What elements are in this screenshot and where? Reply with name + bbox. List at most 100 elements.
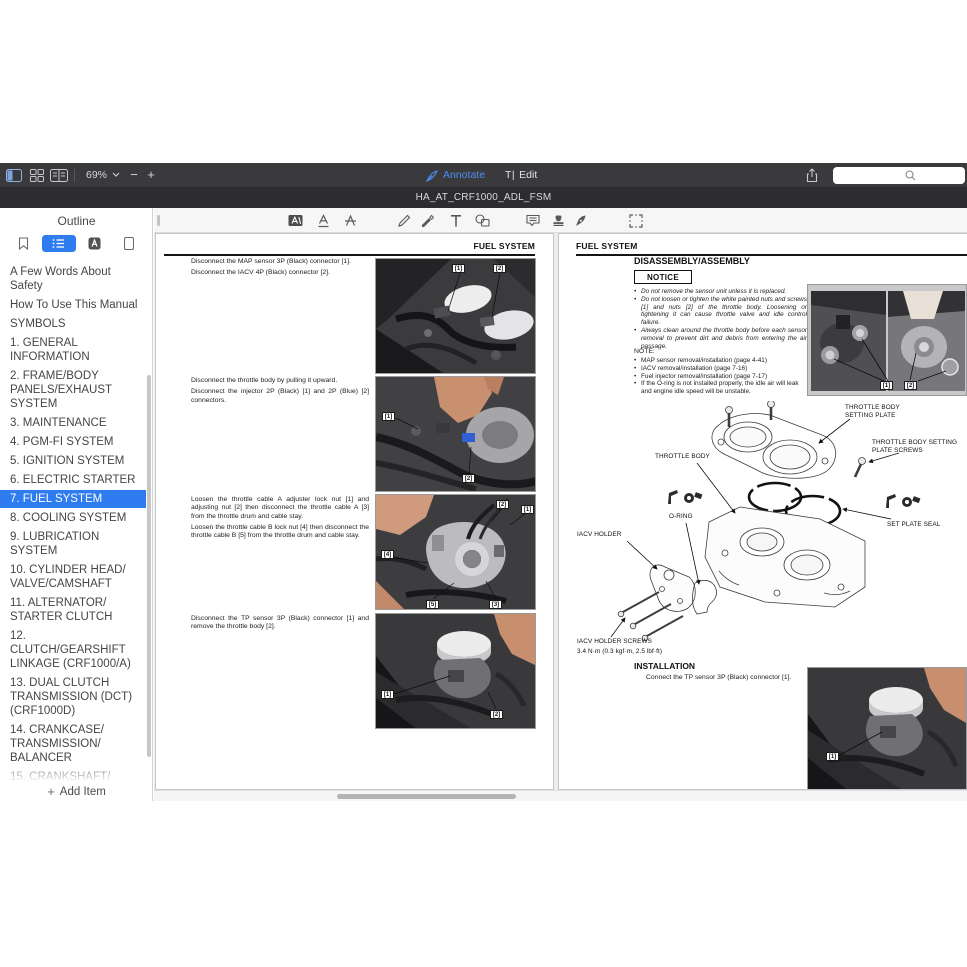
search-input[interactable] [833,167,965,184]
diagram-label-o-ring: O-RING [669,513,693,521]
pane-resize-handle[interactable] [157,215,160,226]
photo-label: [4] [381,550,394,559]
note-item: Fuel injector removal/installation (page… [634,373,807,381]
shapes-icon [475,214,490,227]
outline-item[interactable]: 3. MAINTENANCE [0,414,146,432]
photo-label: [1] [521,505,534,514]
outline-item[interactable]: 1. GENERAL INFORMATION [0,334,146,366]
outline-item-label: 2. FRAME/BODY PANELS/EXHAUST SYSTEM [10,370,112,410]
outline-item-label: SYMBOLS [10,318,66,330]
outline-item[interactable]: 12. CLUTCH/GEARSHIFT LINKAGE (CRF1000/A) [0,627,146,673]
outline-item[interactable]: 11. ALTERNATOR/ STARTER CLUTCH [0,594,146,626]
sidebar-toggle-icon [6,169,22,182]
share-button[interactable] [803,167,821,184]
notice-item: Always clean around the throttle body be… [634,327,807,350]
outline-item[interactable]: 10. CYLINDER HEAD/ VALVE/CAMSHAFT [0,561,146,593]
highlight-tool-button[interactable] [287,212,304,229]
section-heading: DISASSEMBLY/ASSEMBLY [634,256,750,266]
photo-label: [2] [496,500,509,509]
shapes-tool-button[interactable] [474,212,491,229]
zoom-out-button[interactable]: − [127,163,141,188]
add-item-button[interactable]: + Add Item [0,782,153,801]
text-tool-icon [450,214,462,227]
app-window: 69% − + Annotate T| Edit HA_AT_CRF1000_A… [0,0,967,967]
marker-tool-button[interactable] [419,212,436,229]
outline-item[interactable]: How To Use This Manual [0,296,146,314]
sidebar-tabs [6,233,147,253]
note-list: MAP sensor removal/installation (page 4-… [634,357,807,396]
photo-label: [5] [426,600,439,609]
outline-list: A Few Words About Safety How To Use This… [0,263,146,801]
photo-injector-connectors: [1] [2] [375,376,536,492]
stamp-icon [552,214,565,227]
sidebar-scrollbar[interactable] [147,375,151,757]
outline-item-label: 11. ALTERNATOR/ STARTER CLUTCH [10,597,112,623]
outline-item-label: 4. PGM-FI SYSTEM [10,436,114,448]
edit-text-icon: T| [505,163,515,188]
zoom-level-button[interactable]: 69% [86,163,107,188]
selection-tool-button[interactable] [627,212,644,229]
photo-tp-sensor: [1] [2] [375,613,536,729]
diagram-label-torque: 3.4 N·m (0.3 kgf·m, 2.5 lbf·ft) [577,648,662,656]
pdf-page-right: FUEL SYSTEM DISASSEMBLY/ASSEMBLY NOTICE … [558,233,967,790]
outline-item[interactable]: 4. PGM-FI SYSTEM [0,433,146,451]
horizontal-scrollbar-thumb[interactable] [337,794,516,799]
outline-item[interactable]: SYMBOLS [0,315,146,333]
chevron-down-icon[interactable] [112,172,120,178]
outline-item[interactable]: 14. CRANKCASE/ TRANSMISSION/ BALANCER [0,721,146,767]
outline-item[interactable]: 13. DUAL CLUTCH TRANSMISSION (DCT) (CRF1… [0,674,146,720]
diagram-label-setting-plate: THROTTLE BODY SETTING PLATE [845,404,917,419]
diagram-label-iacv-holder: IACV HOLDER [577,531,621,539]
outline-item-label: 14. CRANKCASE/ TRANSMISSION/ BALANCER [10,724,104,764]
tab-annotations[interactable] [77,233,112,253]
note-item: MAP sensor removal/installation (page 4-… [634,357,807,365]
comment-tool-button[interactable] [524,212,541,229]
zoom-in-button[interactable]: + [144,163,158,188]
tab-pages[interactable] [112,233,147,253]
pencil-tool-button[interactable] [395,212,412,229]
outline-item[interactable]: 9. LUBRICATION SYSTEM [0,528,146,560]
photo-label: [1] [452,264,465,273]
edit-label: Edit [519,163,537,188]
highlight-icon [288,214,303,227]
photo-throttle-cables: [2] [1] [4] [5] [3] [375,494,536,610]
outline-item[interactable]: 8. COOLING SYSTEM [0,509,146,527]
text-tool-button[interactable] [447,212,464,229]
outline-item[interactable]: 6. ELECTRIC STARTER [0,471,146,489]
thumbnails-view-button[interactable] [28,167,46,184]
outline-item[interactable]: 2. FRAME/BODY PANELS/EXHAUST SYSTEM [0,367,146,413]
photo-label: [1] [382,412,395,421]
tab-bookmarks[interactable] [6,233,41,253]
instruction-block: Loosen the throttle cable A adjuster loc… [191,496,369,543]
outline-item[interactable]: 5. IGNITION SYSTEM [0,452,146,470]
photo-tp-sensor-install: [1] [807,667,967,790]
photo-painted-nuts: [1] [2] [807,284,967,396]
two-page-view-button[interactable] [50,167,68,184]
top-toolbar: 69% − + Annotate T| Edit [0,163,967,188]
photo-label: [1] [826,752,839,761]
diagram-label-iacv-holder-screws: IACV HOLDER SCREWS [577,638,652,646]
throttle-body-diagram: THROTTLE BODY SETTING PLATE THROTTLE BOD… [569,401,967,659]
outline-item[interactable]: A Few Words About Safety [0,263,146,295]
document-viewport: FUEL SYSTEM Disconnect the MAP sensor 3P… [154,233,967,801]
photo-label: [2] [493,264,506,273]
sidebar-toggle-button[interactable] [5,167,23,184]
edit-tab[interactable]: T| Edit [505,163,537,188]
horizontal-scrollbar-track[interactable] [154,790,967,801]
outline-item[interactable]: 7. FUEL SYSTEM [0,490,146,508]
annotate-tab[interactable]: Annotate [426,163,485,188]
annotation-toolbar [154,208,967,233]
underline-tool-button[interactable] [315,212,332,229]
outline-item-label: 1. GENERAL INFORMATION [10,337,90,363]
search-icon [905,170,916,181]
outline-item-label: 12. CLUTCH/GEARSHIFT LINKAGE (CRF1000/A) [10,630,131,670]
outline-item-label: 13. DUAL CLUTCH TRANSMISSION (DCT) (CRF1… [10,677,132,717]
outline-item-label: How To Use This Manual [10,299,137,311]
strikethrough-tool-button[interactable] [342,212,359,229]
tab-outline[interactable] [41,233,76,253]
signature-tool-button[interactable] [572,212,589,229]
annotate-pen-icon [426,170,439,182]
stamp-tool-button[interactable] [550,212,567,229]
photo-label: [3] [489,600,502,609]
outline-item-label: A Few Words About Safety [10,266,111,292]
